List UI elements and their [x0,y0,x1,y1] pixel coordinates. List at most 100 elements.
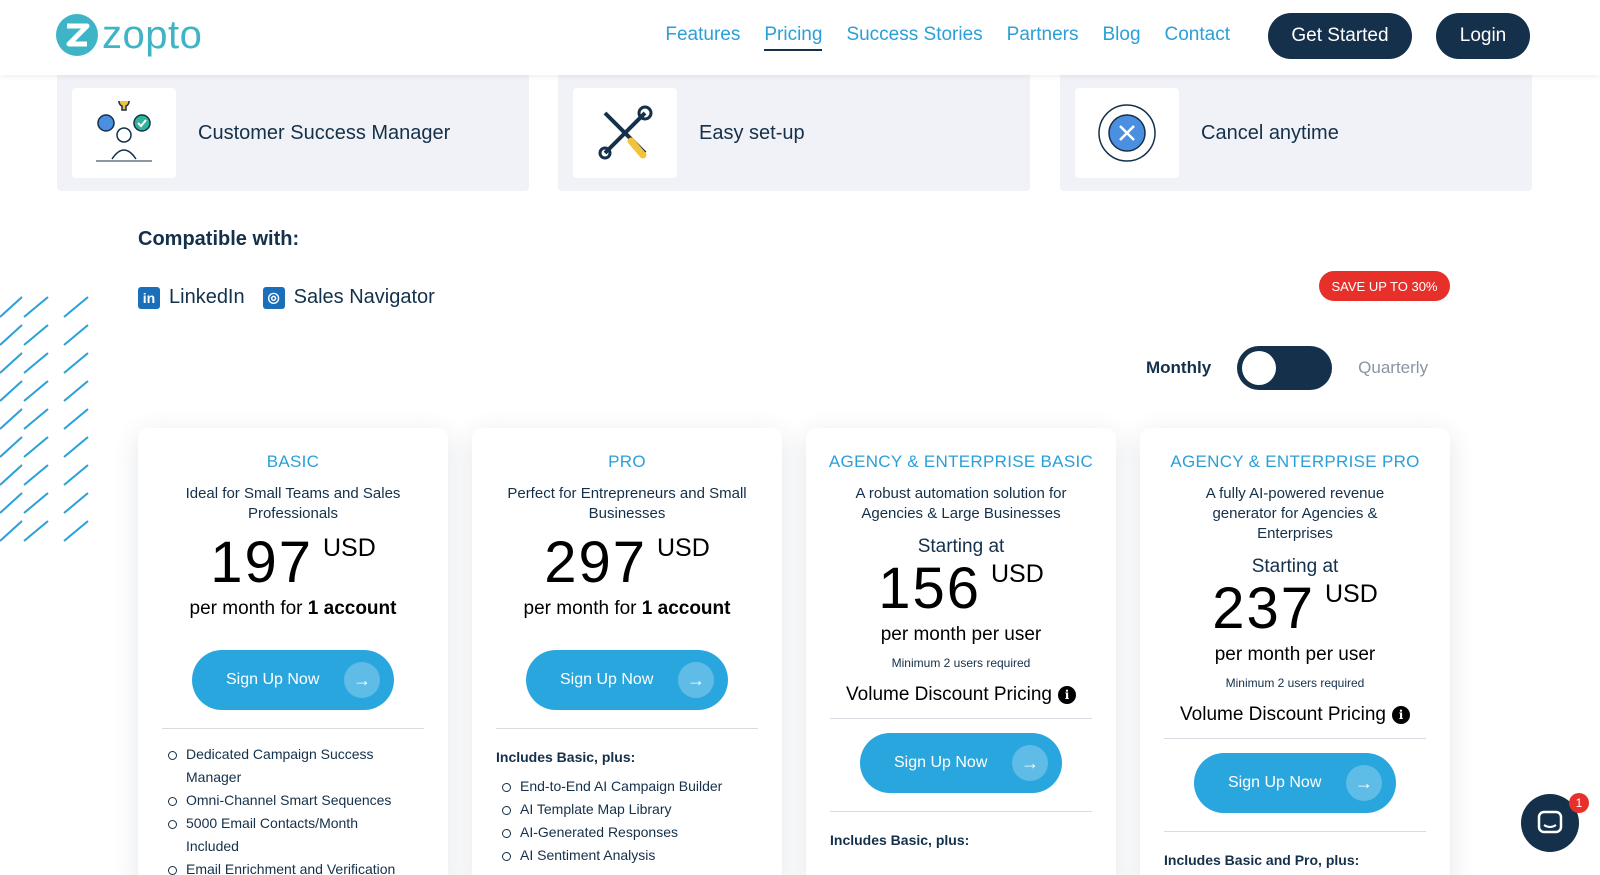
plan-card-agency-pro: AGENCY & ENTERPRISE PRO A fully AI-power… [1140,428,1450,875]
compatible-title: Compatible with: [138,228,300,250]
plan-card-basic: BASIC Ideal for Small Teams and Sales Pr… [138,428,448,875]
plan-period: per month per user [880,624,1042,645]
divider [1164,831,1426,832]
plan-price: 297 [544,530,647,595]
price-row: 197 USD [138,534,448,592]
site-header: zopto Features Pricing Success Stories P… [0,0,1600,75]
plan-period: per month for 1 account [189,598,397,619]
plan-description: A fully AI-powered revenue generator for… [1205,485,1385,542]
main-nav: Features Pricing Success Stories Partner… [665,24,1230,51]
list-item: End-to-End AI Campaign Builder [502,775,742,798]
plan-description: Perfect for Entrepreneurs and Small Busi… [507,485,747,522]
nav-contact[interactable]: Contact [1165,24,1230,51]
plan-currency: USD [656,534,710,562]
arrow-right-icon: → [678,662,714,698]
feature-list: End-to-End AI Campaign Builder AI Templa… [502,775,782,867]
plan-name: BASIC [266,452,320,471]
starting-at-label: Starting at [917,536,1005,557]
save-badge: SAVE UP TO 30% [1319,271,1450,301]
customer-success-icon [72,88,176,178]
minimum-users-note: Minimum 2 users required [891,656,1031,670]
feature-list: Dedicated Campaign Success Manager Omni-… [168,743,448,875]
nav-partners[interactable]: Partners [1007,24,1079,51]
zopto-logo-icon [56,14,98,56]
compat-label: LinkedIn [169,286,245,308]
toggle-knob [1242,351,1277,385]
plan-name: PRO [608,452,646,471]
chat-icon [1537,810,1563,834]
list-item: AI Sentiment Analysis [502,844,742,867]
chat-notification-badge: 1 [1569,793,1589,813]
login-button[interactable]: Login [1436,13,1530,59]
nav-success-stories[interactable]: Success Stories [846,24,982,51]
divider [162,728,424,729]
get-started-button[interactable]: Get Started [1268,13,1412,59]
monthly-label[interactable]: Monthly [1146,358,1211,378]
billing-toggle[interactable] [1237,346,1333,390]
plan-currency: USD [990,560,1044,588]
list-item: 5000 Email Contacts/Month Included [168,812,408,858]
sign-up-button[interactable]: Sign Up Now → [860,733,1062,793]
plan-currency: USD [1324,580,1378,608]
info-icon[interactable]: i [1391,706,1410,724]
feature-label: Easy set-up [699,121,805,144]
feature-label: Cancel anytime [1201,121,1339,144]
sales-navigator-icon: ◎ [262,286,285,309]
feature-cancel-anytime: Cancel anytime [1060,75,1532,191]
nav-features[interactable]: Features [665,24,740,51]
feature-label: Customer Success Manager [198,121,451,144]
price-row: 237 USD [1140,580,1450,638]
plan-card-pro: PRO Perfect for Entrepreneurs and Small … [472,428,782,875]
sign-up-button[interactable]: Sign Up Now → [192,650,394,710]
plan-currency: USD [322,534,376,562]
quarterly-label[interactable]: Quarterly [1358,358,1428,378]
includes-heading: Includes Basic, plus: [496,749,636,765]
list-item: Dedicated Campaign Success Manager [168,743,408,789]
plan-price: 237 [1212,576,1315,641]
list-item: AI-Generated Responses [502,821,742,844]
nav-pricing[interactable]: Pricing [764,24,823,51]
plan-name: AGENCY & ENTERPRISE BASIC [828,452,1094,471]
feature-customer-success: Customer Success Manager [57,75,529,191]
plan-card-agency-basic: AGENCY & ENTERPRISE BASIC A robust autom… [806,428,1116,875]
plan-period: per month per user [1214,644,1376,665]
arrow-right-icon: → [344,662,380,698]
price-row: 156 USD [806,560,1116,618]
list-item: AI Template Map Library [502,798,742,821]
plan-description: A robust automation solution for Agencie… [855,485,1067,522]
divider [830,811,1092,812]
list-item: Omni-Channel Smart Sequences [168,789,408,812]
volume-discount[interactable]: Volume Discount Pricing i [1140,704,1450,726]
divider [496,728,758,729]
arrow-right-icon: → [1012,745,1048,781]
plan-price: 156 [878,556,981,621]
starting-at-label: Starting at [1251,556,1339,577]
cancel-icon [1075,88,1179,178]
compatible-list: in LinkedIn ◎ Sales Navigator [138,286,435,309]
minimum-users-note: Minimum 2 users required [1225,676,1365,690]
info-icon[interactable]: i [1057,686,1076,704]
plan-name: AGENCY & ENTERPRISE PRO [1170,452,1420,471]
price-row: 297 USD [472,534,782,592]
sign-up-button[interactable]: Sign Up Now → [526,650,728,710]
linkedin-icon: in [138,286,160,309]
compat-linkedin: in LinkedIn [138,286,245,309]
plan-description: Ideal for Small Teams and Sales Professi… [185,485,401,522]
brand-name: zopto [102,13,203,57]
billing-toggle-row: Monthly Quarterly [1146,346,1428,390]
volume-discount[interactable]: Volume Discount Pricing i [806,684,1116,706]
plan-price: 197 [210,530,313,595]
plan-period: per month for 1 account [523,598,731,619]
nav-blog[interactable]: Blog [1102,24,1140,51]
tools-icon [573,88,677,178]
compat-sales-navigator: ◎ Sales Navigator [262,286,435,309]
includes-heading: Includes Basic and Pro, plus: [1164,852,1360,868]
feature-easy-setup: Easy set-up [558,75,1030,191]
sign-up-button[interactable]: Sign Up Now → [1194,753,1396,813]
list-item: Email Enrichment and Verification [168,858,408,875]
compat-label: Sales Navigator [293,286,435,308]
includes-heading: Includes Basic, plus: [830,832,970,848]
zopto-logo[interactable]: zopto [56,14,202,56]
arrow-right-icon: → [1346,765,1382,801]
decorative-stripes [0,296,89,542]
